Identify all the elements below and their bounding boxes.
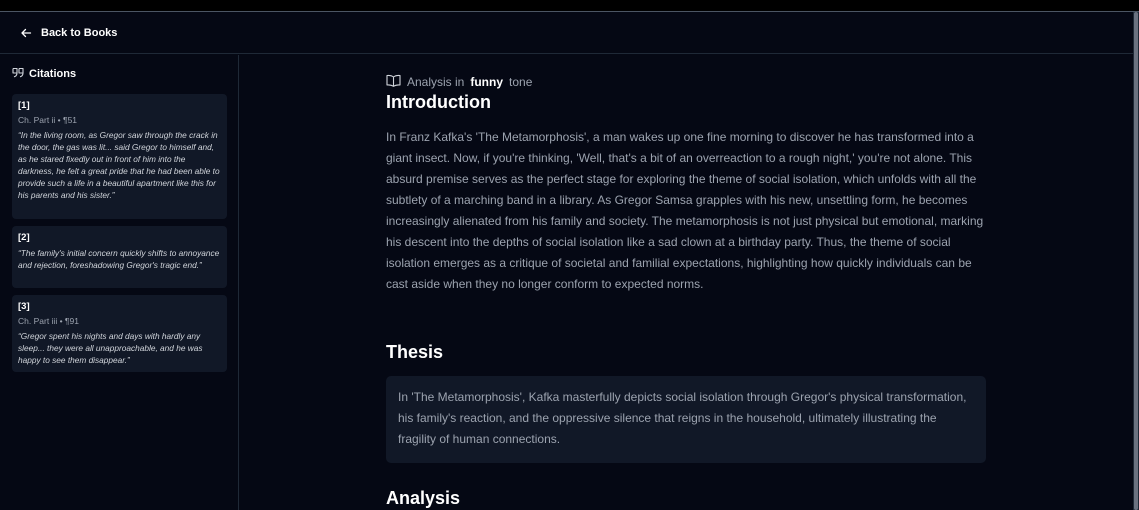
tone-indicator: Analysis in funny tone [386, 70, 986, 94]
back-button-label: Back to Books [41, 27, 118, 39]
quote-icon [12, 67, 24, 81]
top-bar: Back to Books [0, 12, 1133, 54]
citation-quote: “Gregor spent his nights and days with h… [18, 331, 203, 365]
back-to-books-button[interactable]: Back to Books [20, 22, 117, 44]
citation-card[interactable]: [3] Ch. Part iii • ¶91 “Gregor spent his… [12, 295, 227, 372]
introduction-text: In Franz Kafka's 'The Metamorphosis', a … [386, 130, 984, 291]
citations-sidebar: Citations [1] Ch. Part ii • ¶51 “In the … [0, 55, 239, 510]
citations-heading: Citations [12, 67, 76, 81]
citation-number: [2] [18, 232, 30, 243]
tone-prefix: Analysis in [407, 75, 465, 89]
citation-number: [1] [18, 100, 30, 111]
introduction-heading: Introduction [386, 92, 491, 112]
citations-heading-label: Citations [29, 68, 77, 80]
app-window: Back to Books Citations [1] Ch. Part ii … [0, 0, 1139, 510]
citation-location: Ch. Part iii • ¶91 [18, 316, 79, 326]
tone-value: funny [470, 75, 504, 89]
arrow-left-icon [20, 27, 32, 39]
citation-number: [3] [18, 301, 30, 312]
window-top-strip [0, 0, 1139, 12]
book-open-icon [386, 74, 401, 90]
page-scrollbar[interactable] [1133, 12, 1139, 510]
thesis-heading: Thesis [386, 342, 444, 362]
scrollbar-thumb[interactable] [1134, 12, 1138, 510]
analysis-heading: Analysis [386, 488, 461, 508]
analysis-content: Analysis in funny tone Introduction In F… [386, 70, 986, 508]
citation-quote: “The family's initial concern quickly sh… [18, 248, 220, 270]
citation-card[interactable]: [1] Ch. Part ii • ¶51 “In the living roo… [12, 94, 227, 219]
citation-location: Ch. Part ii • ¶51 [18, 115, 78, 125]
thesis-card: In 'The Metamorphosis', Kafka masterfull… [386, 376, 986, 463]
citation-quote: “In the living room, as Gregor saw throu… [18, 130, 220, 200]
citation-card[interactable]: [2] “The family's initial concern quickl… [12, 226, 227, 288]
tone-suffix: tone [509, 75, 533, 89]
